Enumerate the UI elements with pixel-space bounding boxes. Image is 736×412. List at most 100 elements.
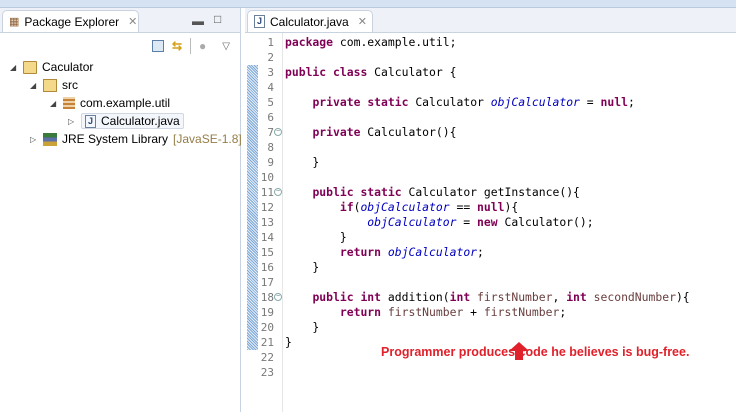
code-text: = — [579, 95, 601, 109]
expanded-triangle-icon[interactable]: ◢ — [10, 63, 18, 72]
code-line[interactable]: objCalculator = new Calculator(); — [285, 215, 690, 230]
tree-label: com.example.util — [80, 96, 171, 110]
tree-node-src[interactable]: ◢ src — [30, 76, 78, 94]
expanded-triangle-icon[interactable]: ◢ — [30, 81, 38, 90]
line-number: 18 — [260, 291, 274, 304]
collapsed-triangle-icon[interactable]: ▷ — [68, 117, 76, 126]
keyword-token: public — [285, 65, 327, 79]
tree-node-calculator-java[interactable]: ▷ J Calculator.java — [68, 112, 184, 130]
code-line[interactable] — [285, 50, 690, 65]
field-token: objCalculator — [490, 95, 580, 109]
code-line[interactable]: } — [285, 260, 690, 275]
close-icon[interactable]: ✕ — [358, 15, 367, 28]
tab-package-explorer[interactable]: ▦ Package Explorer ✕ — [2, 10, 139, 32]
code-line[interactable]: } — [285, 155, 690, 170]
annotation-caption: Programmer produces code he believes is … — [381, 345, 690, 359]
tree-node-project[interactable]: ◢ Caculator — [10, 58, 93, 76]
keyword-token: return — [339, 245, 382, 259]
keyword-token: int — [449, 290, 471, 304]
code-line[interactable] — [285, 80, 690, 95]
code-line[interactable]: public static Calculator getInstance(){ — [285, 185, 690, 200]
line-number: 23 — [260, 366, 274, 379]
code-line[interactable] — [285, 110, 690, 125]
line-number: 5 — [267, 96, 274, 109]
code-line[interactable]: package com.example.util; — [285, 35, 690, 50]
code-line[interactable]: return firstNumber + firstNumber; — [285, 305, 690, 320]
code-line[interactable] — [285, 365, 690, 380]
variable-token: firstNumber — [387, 305, 464, 319]
minimize-icon[interactable]: ▬ — [192, 14, 204, 28]
selected-item[interactable]: J Calculator.java — [81, 113, 184, 129]
keyword-token: package — [285, 35, 334, 49]
collapsed-triangle-icon[interactable]: ▷ — [30, 135, 38, 144]
code-text: addition( — [381, 290, 450, 304]
keyword-token: if — [339, 200, 354, 214]
code-line[interactable]: if(objCalculator == null){ — [285, 200, 690, 215]
line-number: 6 — [267, 111, 274, 124]
code-line[interactable]: } — [285, 320, 690, 335]
collapse-all-icon[interactable] — [151, 40, 164, 52]
code-line[interactable] — [285, 170, 690, 185]
filters-icon[interactable]: ● — [199, 39, 206, 53]
package-explorer-view: ▦ Package Explorer ✕ ▬ □ ⇆ ● ▽ ◢ Caculat… — [0, 8, 242, 412]
window-top-strip — [0, 0, 736, 8]
line-number: 16 — [260, 261, 274, 274]
code-line[interactable]: private Calculator(){ — [285, 125, 690, 140]
code-line[interactable]: private static Calculator objCalculator … — [285, 95, 690, 110]
close-icon[interactable]: ✕ — [128, 15, 137, 28]
code-area[interactable]: package com.example.util; public class Ca… — [285, 35, 690, 380]
tree-node-package[interactable]: ◢ com.example.util — [50, 94, 170, 112]
line-number: 10 — [260, 171, 274, 184]
line-number: 17 — [260, 276, 274, 289]
line-number: 7 — [267, 126, 274, 139]
line-number: 4 — [267, 81, 274, 94]
java-editor: J Calculator.java ✕ 1 2 3 4 5 6 7−8 9 10 11−12 13 1… — [245, 8, 736, 412]
tree-label: Caculator — [42, 60, 94, 74]
line-number: 14 — [260, 231, 274, 244]
code-text: , — [552, 290, 567, 304]
code-line[interactable]: } — [285, 230, 690, 245]
code-text: ; — [627, 95, 635, 109]
code-line[interactable]: return objCalculator; — [285, 245, 690, 260]
keyword-token: return — [339, 305, 382, 319]
code-line[interactable] — [285, 275, 690, 290]
keyword-token: class — [333, 65, 368, 79]
fold-collapse-icon[interactable]: − — [274, 188, 282, 196]
code-text: Calculator { — [367, 65, 457, 79]
code-text: ){ — [675, 290, 690, 304]
code-line[interactable] — [285, 140, 690, 155]
tree-label: JRE System Library — [62, 132, 169, 146]
fold-collapse-icon[interactable]: − — [274, 293, 282, 301]
fold-collapse-icon[interactable]: − — [274, 128, 282, 136]
tree-label: src — [62, 78, 78, 92]
tab-label: Calculator.java — [270, 14, 349, 29]
maximize-icon[interactable]: □ — [214, 12, 221, 26]
tab-calculator-java[interactable]: J Calculator.java ✕ — [247, 10, 373, 32]
view-menu-icon[interactable]: ▽ — [222, 41, 230, 52]
keyword-token: public — [312, 290, 354, 304]
code-line[interactable]: public class Calculator { — [285, 65, 690, 80]
tree-decoration: [JavaSE-1.8] — [173, 132, 242, 146]
quick-diff-bar — [247, 65, 258, 350]
keyword-token: null — [477, 200, 505, 214]
code-text: ){ — [504, 200, 519, 214]
tree-label: Calculator.java — [101, 114, 180, 128]
code-text: } — [285, 320, 320, 334]
expanded-triangle-icon[interactable]: ◢ — [50, 99, 58, 108]
code-text: = — [456, 215, 478, 229]
tree-node-jre-library[interactable]: ▷ JRE System Library [JavaSE-1.8] — [30, 130, 242, 148]
code-line[interactable]: public int addition(int firstNumber, int… — [285, 290, 690, 305]
variable-token: secondNumber — [593, 290, 676, 304]
link-with-editor-icon[interactable]: ⇆ — [172, 39, 182, 53]
keyword-token: static — [360, 185, 402, 199]
line-number: 15 — [260, 246, 274, 259]
library-icon — [43, 132, 57, 146]
variable-token: firstNumber — [483, 305, 560, 319]
